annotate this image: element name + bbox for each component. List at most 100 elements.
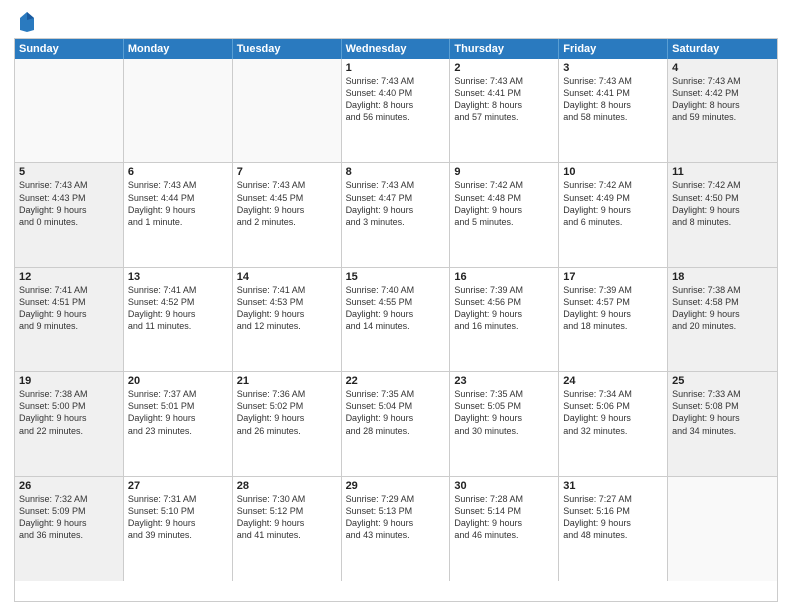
calendar-header: SundayMondayTuesdayWednesdayThursdayFrid…: [15, 39, 777, 59]
cell-info-line: Sunrise: 7:43 AM: [346, 179, 446, 191]
day-number: 26: [19, 480, 119, 492]
cell-info-line: Daylight: 9 hours: [346, 308, 446, 320]
day-number: 25: [672, 375, 773, 387]
day-number: 31: [563, 480, 663, 492]
cell-info-line: Sunset: 4:40 PM: [346, 87, 446, 99]
cell-info-line: and 9 minutes.: [19, 320, 119, 332]
cell-info-line: Sunset: 4:43 PM: [19, 192, 119, 204]
cell-info-line: and 46 minutes.: [454, 529, 554, 541]
cell-info-line: and 26 minutes.: [237, 425, 337, 437]
cell-info-line: Daylight: 9 hours: [128, 412, 228, 424]
cell-info-line: Daylight: 9 hours: [563, 517, 663, 529]
cell-info-line: Sunset: 4:52 PM: [128, 296, 228, 308]
day-cell-16: 16Sunrise: 7:39 AMSunset: 4:56 PMDayligh…: [450, 268, 559, 371]
day-number: 4: [672, 62, 773, 74]
cell-info-line: Sunset: 4:42 PM: [672, 87, 773, 99]
cell-info-line: Sunset: 4:49 PM: [563, 192, 663, 204]
cell-info-line: Sunrise: 7:39 AM: [454, 284, 554, 296]
day-number: 9: [454, 166, 554, 178]
cell-info-line: Sunset: 4:44 PM: [128, 192, 228, 204]
cell-info-line: and 12 minutes.: [237, 320, 337, 332]
cell-info-line: and 0 minutes.: [19, 216, 119, 228]
day-cell-20: 20Sunrise: 7:37 AMSunset: 5:01 PMDayligh…: [124, 372, 233, 475]
week-row-5: 26Sunrise: 7:32 AMSunset: 5:09 PMDayligh…: [15, 477, 777, 581]
cell-info-line: Sunset: 4:41 PM: [454, 87, 554, 99]
cell-info-line: Daylight: 9 hours: [672, 204, 773, 216]
day-number: 2: [454, 62, 554, 74]
week-row-1: 1Sunrise: 7:43 AMSunset: 4:40 PMDaylight…: [15, 59, 777, 163]
cell-info-line: Sunset: 5:01 PM: [128, 400, 228, 412]
day-number: 20: [128, 375, 228, 387]
day-cell-26: 26Sunrise: 7:32 AMSunset: 5:09 PMDayligh…: [15, 477, 124, 581]
day-cell-10: 10Sunrise: 7:42 AMSunset: 4:49 PMDayligh…: [559, 163, 668, 266]
day-cell-25: 25Sunrise: 7:33 AMSunset: 5:08 PMDayligh…: [668, 372, 777, 475]
logo-icon: [18, 10, 36, 32]
cell-info-line: Sunset: 5:09 PM: [19, 505, 119, 517]
cell-info-line: and 32 minutes.: [563, 425, 663, 437]
cell-info-line: Sunrise: 7:38 AM: [672, 284, 773, 296]
day-cell-6: 6Sunrise: 7:43 AMSunset: 4:44 PMDaylight…: [124, 163, 233, 266]
cell-info-line: Sunset: 4:55 PM: [346, 296, 446, 308]
day-number: 10: [563, 166, 663, 178]
day-number: 29: [346, 480, 446, 492]
cell-info-line: Sunset: 4:53 PM: [237, 296, 337, 308]
day-cell-27: 27Sunrise: 7:31 AMSunset: 5:10 PMDayligh…: [124, 477, 233, 581]
cell-info-line: Sunset: 5:12 PM: [237, 505, 337, 517]
cell-info-line: Daylight: 9 hours: [346, 412, 446, 424]
day-number: 7: [237, 166, 337, 178]
header-day-friday: Friday: [559, 39, 668, 59]
cell-info-line: Daylight: 9 hours: [672, 412, 773, 424]
day-cell-24: 24Sunrise: 7:34 AMSunset: 5:06 PMDayligh…: [559, 372, 668, 475]
cell-info-line: Daylight: 9 hours: [19, 517, 119, 529]
day-number: 28: [237, 480, 337, 492]
cell-info-line: Sunrise: 7:41 AM: [237, 284, 337, 296]
cell-info-line: Sunset: 5:06 PM: [563, 400, 663, 412]
day-number: 1: [346, 62, 446, 74]
header-day-sunday: Sunday: [15, 39, 124, 59]
day-cell-22: 22Sunrise: 7:35 AMSunset: 5:04 PMDayligh…: [342, 372, 451, 475]
cell-info-line: Sunrise: 7:43 AM: [672, 75, 773, 87]
day-cell-3: 3Sunrise: 7:43 AMSunset: 4:41 PMDaylight…: [559, 59, 668, 162]
calendar: SundayMondayTuesdayWednesdayThursdayFrid…: [14, 38, 778, 602]
cell-info-line: Daylight: 9 hours: [563, 412, 663, 424]
cell-info-line: and 23 minutes.: [128, 425, 228, 437]
week-row-3: 12Sunrise: 7:41 AMSunset: 4:51 PMDayligh…: [15, 268, 777, 372]
cell-info-line: Sunrise: 7:40 AM: [346, 284, 446, 296]
cell-info-line: Daylight: 9 hours: [237, 308, 337, 320]
cell-info-line: Sunset: 4:41 PM: [563, 87, 663, 99]
cell-info-line: and 39 minutes.: [128, 529, 228, 541]
cell-info-line: Sunrise: 7:35 AM: [454, 388, 554, 400]
day-number: 14: [237, 271, 337, 283]
cell-info-line: and 2 minutes.: [237, 216, 337, 228]
cell-info-line: Daylight: 9 hours: [128, 308, 228, 320]
cell-info-line: and 18 minutes.: [563, 320, 663, 332]
cell-info-line: and 48 minutes.: [563, 529, 663, 541]
cell-info-line: Daylight: 8 hours: [346, 99, 446, 111]
day-cell-9: 9Sunrise: 7:42 AMSunset: 4:48 PMDaylight…: [450, 163, 559, 266]
cell-info-line: Sunrise: 7:32 AM: [19, 493, 119, 505]
cell-info-line: Sunset: 5:10 PM: [128, 505, 228, 517]
day-number: 18: [672, 271, 773, 283]
header-day-monday: Monday: [124, 39, 233, 59]
day-number: 3: [563, 62, 663, 74]
cell-info-line: Sunrise: 7:42 AM: [454, 179, 554, 191]
day-cell-18: 18Sunrise: 7:38 AMSunset: 4:58 PMDayligh…: [668, 268, 777, 371]
day-cell-2: 2Sunrise: 7:43 AMSunset: 4:41 PMDaylight…: [450, 59, 559, 162]
cell-info-line: Sunrise: 7:42 AM: [672, 179, 773, 191]
cell-info-line: Sunrise: 7:43 AM: [454, 75, 554, 87]
day-cell-4: 4Sunrise: 7:43 AMSunset: 4:42 PMDaylight…: [668, 59, 777, 162]
day-cell-23: 23Sunrise: 7:35 AMSunset: 5:05 PMDayligh…: [450, 372, 559, 475]
cell-info-line: Sunrise: 7:42 AM: [563, 179, 663, 191]
day-number: 23: [454, 375, 554, 387]
header-day-tuesday: Tuesday: [233, 39, 342, 59]
cell-info-line: Sunrise: 7:41 AM: [128, 284, 228, 296]
cell-info-line: Daylight: 9 hours: [563, 204, 663, 216]
cell-info-line: Sunset: 4:58 PM: [672, 296, 773, 308]
day-cell-31: 31Sunrise: 7:27 AMSunset: 5:16 PMDayligh…: [559, 477, 668, 581]
cell-info-line: Daylight: 8 hours: [454, 99, 554, 111]
cell-info-line: Sunrise: 7:37 AM: [128, 388, 228, 400]
day-number: 8: [346, 166, 446, 178]
cell-info-line: Sunrise: 7:30 AM: [237, 493, 337, 505]
cell-info-line: Sunrise: 7:43 AM: [19, 179, 119, 191]
cell-info-line: and 43 minutes.: [346, 529, 446, 541]
